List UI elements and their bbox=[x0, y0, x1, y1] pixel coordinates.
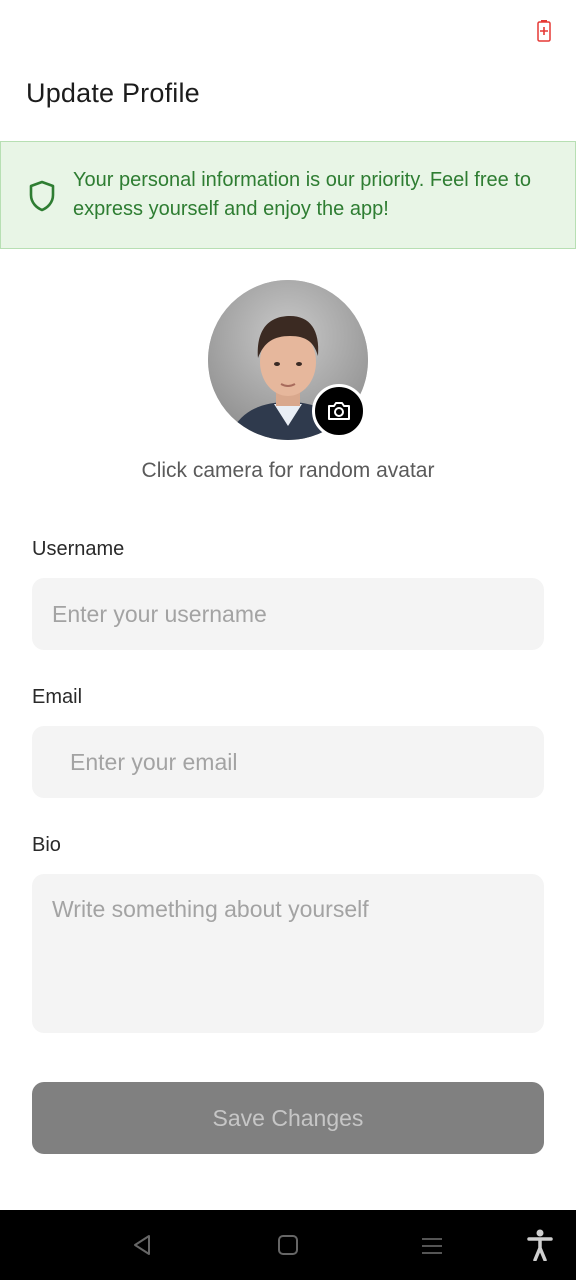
shield-icon bbox=[29, 180, 55, 212]
recents-icon[interactable] bbox=[421, 1237, 443, 1255]
battery-charging-icon bbox=[537, 20, 551, 42]
username-input[interactable] bbox=[32, 578, 544, 650]
random-avatar-camera-button[interactable] bbox=[312, 384, 366, 438]
status-bar bbox=[0, 0, 576, 60]
accessibility-icon[interactable] bbox=[527, 1229, 553, 1261]
home-icon[interactable] bbox=[277, 1234, 299, 1256]
page-title: Update Profile bbox=[26, 78, 200, 108]
banner-text: Your personal information is our priorit… bbox=[73, 169, 531, 220]
back-icon[interactable] bbox=[131, 1234, 153, 1256]
avatar-hint: Click camera for random avatar bbox=[141, 459, 435, 482]
email-label: Email bbox=[32, 686, 83, 708]
save-changes-button[interactable]: Save Changes bbox=[32, 1082, 544, 1154]
privacy-banner: Your personal information is our priorit… bbox=[0, 141, 576, 249]
bio-label: Bio bbox=[32, 834, 61, 856]
system-nav-bar bbox=[0, 1210, 576, 1280]
camera-icon bbox=[328, 402, 350, 420]
avatar-section bbox=[208, 280, 368, 440]
email-input[interactable] bbox=[32, 726, 544, 798]
bio-textarea[interactable] bbox=[32, 874, 544, 1033]
username-label: Username bbox=[32, 538, 125, 560]
